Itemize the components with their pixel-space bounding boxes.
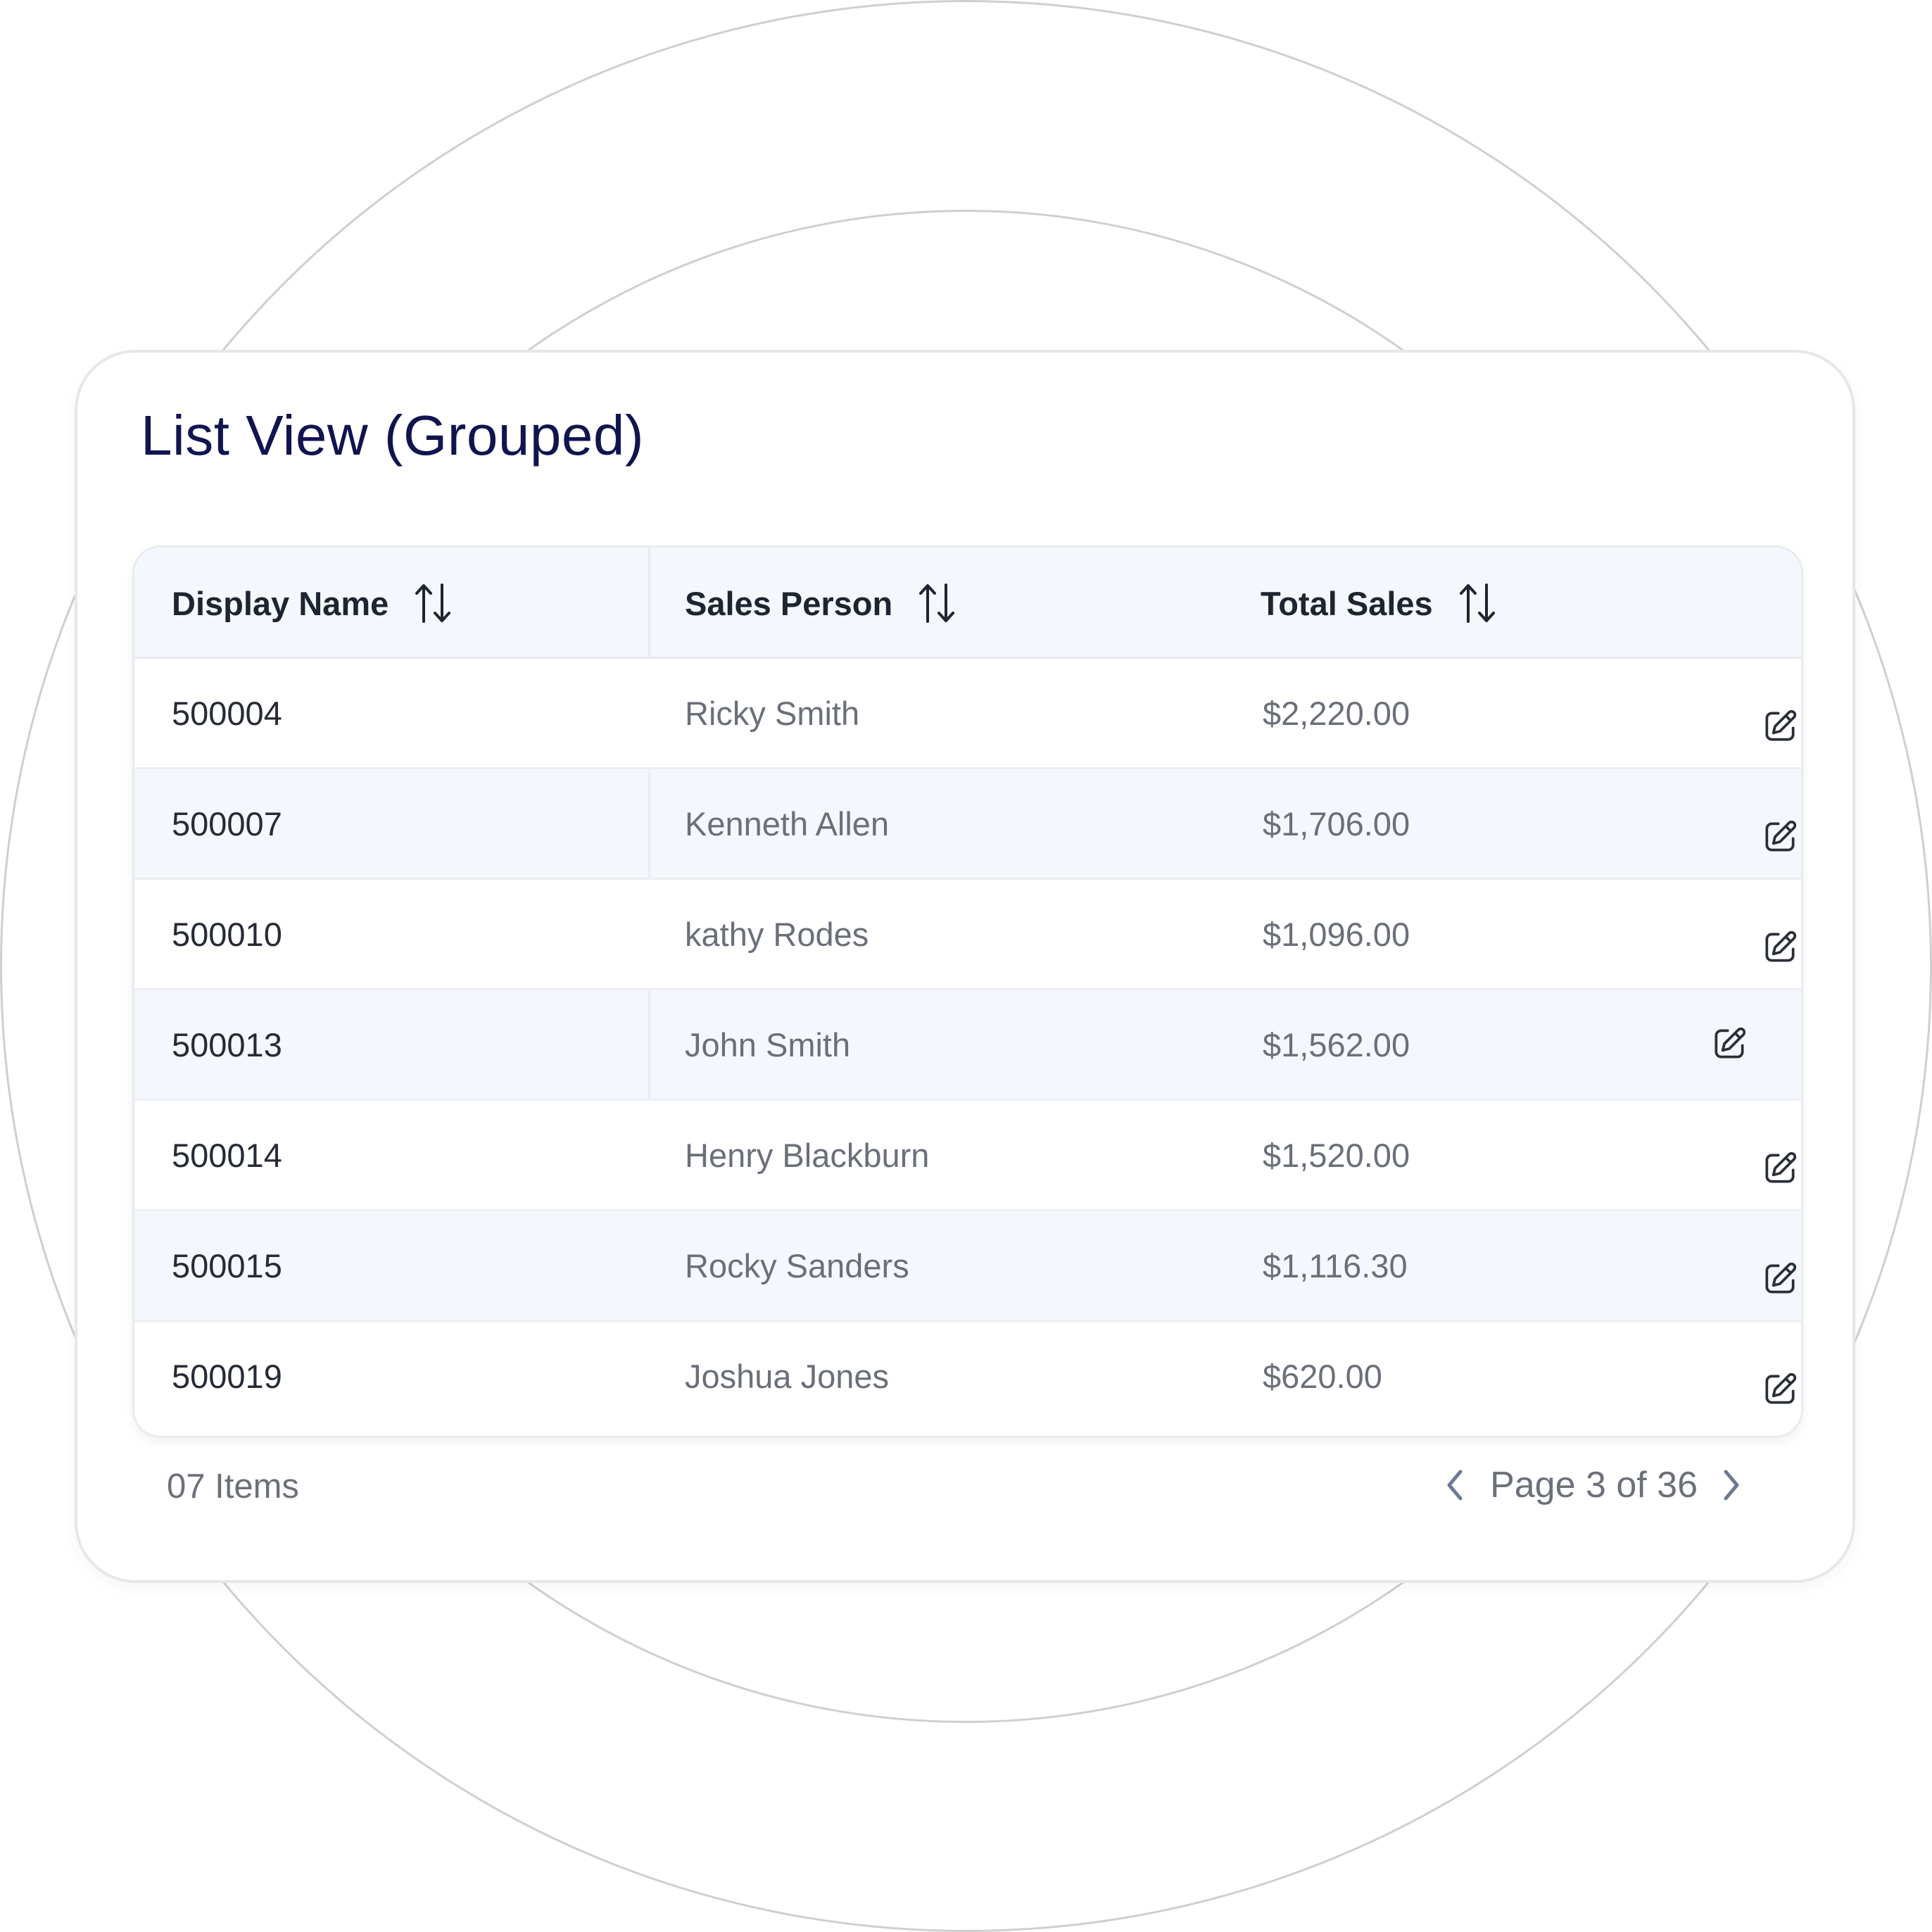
cell-display-name: 500013 (172, 1025, 282, 1063)
table-row[interactable]: 500013 John Smith $1,562.00 (134, 990, 1801, 1101)
column-divider (648, 548, 650, 659)
item-count: 07 Items (167, 1467, 299, 1505)
next-page-button[interactable] (1716, 1464, 1747, 1506)
edit-button[interactable] (1759, 705, 1801, 747)
cell-sales-person: Rocky Sanders (685, 1246, 909, 1284)
table-body: 500004 Ricky Smith $2,220.00 500007 Kenn… (134, 659, 1801, 1432)
cell-total-sales: $1,096.00 (1263, 915, 1410, 953)
cell-display-name: 500015 (172, 1246, 282, 1284)
chevron-left-icon (1447, 1470, 1463, 1501)
table-row[interactable]: 500015 Rocky Sanders $1,116.30 (134, 1211, 1801, 1322)
column-header-label: Sales Person (685, 584, 893, 622)
table-row[interactable]: 500019 Joshua Jones $620.00 (134, 1322, 1801, 1432)
column-header-label: Display Name (172, 584, 389, 622)
sort-arrows-icon[interactable] (918, 582, 957, 624)
cell-display-name: 500004 (172, 694, 282, 732)
cell-total-sales: $1,706.00 (1263, 804, 1410, 842)
cell-sales-person: Ricky Smith (685, 694, 860, 732)
table-header: Display Name Sales Person Total Sales (134, 548, 1801, 659)
list-view-card: List View (Grouped) Display Name Sales P… (75, 350, 1855, 1583)
column-header-label: Total Sales (1261, 584, 1433, 622)
column-header-display-name[interactable]: Display Name (172, 548, 453, 659)
cell-total-sales: $1,562.00 (1263, 1025, 1410, 1063)
cell-display-name: 500014 (172, 1136, 282, 1174)
column-header-sales-person[interactable]: Sales Person (685, 548, 957, 659)
cell-total-sales: $620.00 (1263, 1357, 1382, 1395)
edit-icon (1765, 930, 1797, 962)
column-divider (648, 990, 650, 1099)
edit-button[interactable] (1759, 1368, 1801, 1410)
table-row[interactable]: 500007 Kenneth Allen $1,706.00 (134, 769, 1801, 880)
edit-button[interactable] (1759, 1258, 1801, 1300)
edit-button[interactable] (1759, 816, 1801, 858)
page-canvas: List View (Grouped) Display Name Sales P… (0, 0, 1932, 1932)
cell-sales-person: John Smith (685, 1025, 851, 1063)
cell-total-sales: $2,220.00 (1263, 694, 1410, 732)
chevron-right-icon (1724, 1470, 1739, 1501)
column-header-total-sales[interactable]: Total Sales (1261, 548, 1498, 659)
edit-button[interactable] (1708, 1023, 1750, 1065)
column-divider (648, 769, 650, 878)
cell-sales-person: Kenneth Allen (685, 804, 890, 842)
edit-icon (1765, 1151, 1797, 1183)
cell-display-name: 500010 (172, 915, 282, 953)
edit-icon (1765, 1372, 1797, 1404)
cell-display-name: 500007 (172, 804, 282, 842)
previous-page-button[interactable] (1439, 1464, 1470, 1506)
table-row[interactable]: 500004 Ricky Smith $2,220.00 (134, 659, 1801, 769)
sort-arrows-icon[interactable] (414, 582, 453, 624)
page-indicator: Page 3 of 36 (1490, 1465, 1698, 1505)
edit-button[interactable] (1759, 1147, 1801, 1189)
sales-table: Display Name Sales Person Total Sales 50… (132, 545, 1803, 1438)
edit-button[interactable] (1759, 926, 1801, 968)
cell-sales-person: Joshua Jones (685, 1357, 890, 1395)
table-row[interactable]: 500014 Henry Blackburn $1,520.00 (134, 1101, 1801, 1211)
sort-arrows-icon[interactable] (1458, 582, 1498, 624)
cell-sales-person: kathy Rodes (685, 915, 869, 953)
cell-total-sales: $1,520.00 (1263, 1136, 1410, 1174)
edit-icon (1765, 820, 1797, 852)
edit-icon (1715, 1027, 1746, 1059)
card-title: List View (Grouped) (141, 404, 645, 467)
cell-total-sales: $1,116.30 (1263, 1246, 1408, 1284)
edit-icon (1765, 709, 1797, 741)
cell-sales-person: Henry Blackburn (685, 1136, 930, 1174)
cell-display-name: 500019 (172, 1357, 282, 1395)
edit-icon (1765, 1262, 1797, 1294)
pagination: Page 3 of 36 (1439, 1460, 1747, 1510)
table-row[interactable]: 500010 kathy Rodes $1,096.00 (134, 880, 1801, 990)
